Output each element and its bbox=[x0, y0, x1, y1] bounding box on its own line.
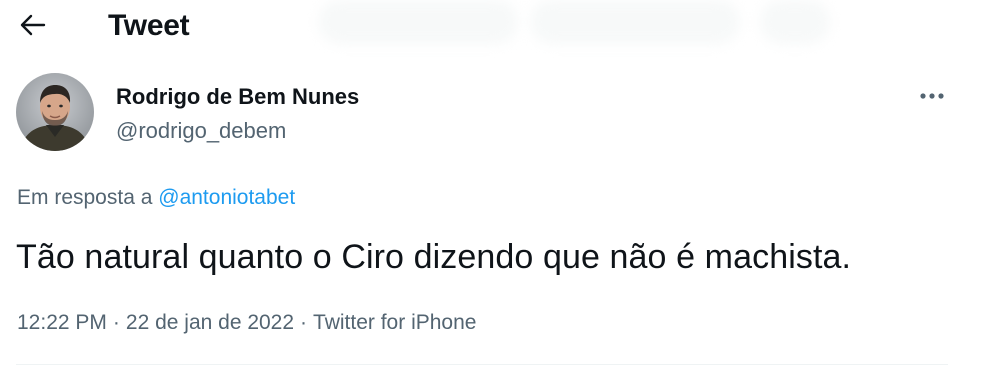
blurred-overlay bbox=[530, 0, 740, 44]
user-avatar-photo bbox=[16, 73, 94, 151]
tweet-source[interactable]: Twitter for iPhone bbox=[313, 311, 476, 334]
blurred-overlay bbox=[318, 0, 518, 44]
more-horizontal-icon bbox=[920, 93, 944, 99]
tweet-text: Tão natural quanto o Ciro dizendo que nã… bbox=[16, 238, 852, 276]
divider bbox=[16, 364, 948, 365]
arrow-left-icon bbox=[20, 14, 46, 36]
avatar[interactable] bbox=[16, 73, 94, 151]
tweet-time[interactable]: 12:22 PM bbox=[17, 311, 107, 334]
author-name[interactable]: Rodrigo de Bem Nunes bbox=[116, 83, 359, 111]
more-options-button[interactable] bbox=[912, 78, 952, 114]
author-handle[interactable]: @rodrigo_debem bbox=[116, 117, 286, 145]
separator: · bbox=[300, 311, 308, 334]
separator: · bbox=[112, 311, 120, 334]
tweet-date[interactable]: 22 de jan de 2022 bbox=[126, 311, 294, 334]
back-button[interactable] bbox=[14, 6, 52, 44]
reply-prefix: Em resposta a bbox=[17, 186, 153, 209]
tweet-header: Tweet bbox=[0, 0, 981, 52]
reply-context: Em resposta a @antoniotabet bbox=[17, 184, 295, 212]
page-title: Tweet bbox=[108, 9, 190, 42]
blurred-overlay bbox=[760, 0, 830, 44]
tweet-metadata: 12:22 PM · 22 de jan de 2022 · Twitter for i… bbox=[17, 309, 476, 337]
reply-to-link[interactable]: @antoniotabet bbox=[158, 186, 295, 209]
